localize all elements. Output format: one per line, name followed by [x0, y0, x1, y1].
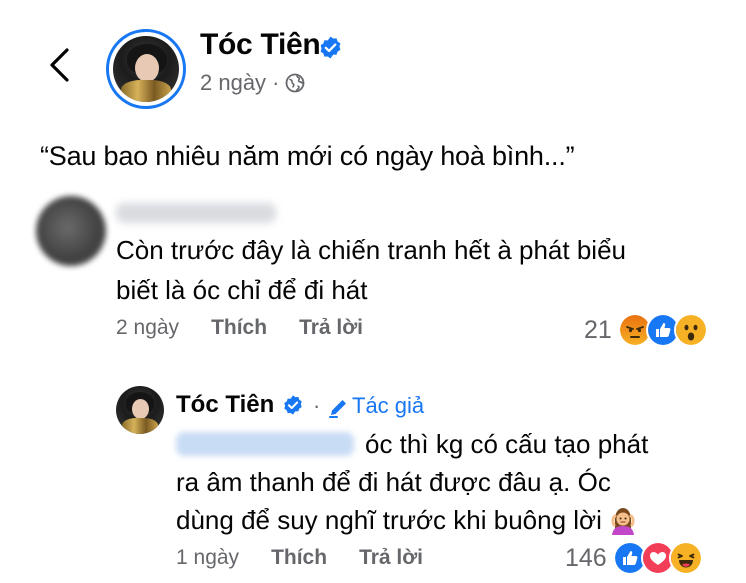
reply-separator: · [313, 393, 321, 418]
woman-gesturing-emoji-icon [611, 508, 635, 535]
reply-text-line: dùng để suy nghĩ trước khi buông lời [176, 505, 602, 535]
post-author-name[interactable]: Tóc Tiên [200, 28, 321, 62]
reaction-count: 146 [565, 543, 607, 572]
back-button[interactable] [40, 40, 80, 90]
reaction-count: 21 [584, 315, 612, 344]
reply-reactions[interactable]: 146 [565, 541, 703, 575]
author-badge: Tác giả [352, 393, 425, 418]
reply-text-line: ra âm thanh để đi hát được đâu ạ. Óc [176, 467, 611, 497]
reply-button[interactable]: Trả lời [359, 546, 423, 570]
reply-author-avatar[interactable] [116, 386, 164, 434]
verified-badge-icon [320, 36, 341, 59]
commenter-avatar[interactable] [36, 196, 106, 266]
commenter-name-blurred[interactable] [116, 203, 276, 223]
author-avatar[interactable] [106, 29, 186, 109]
post-text: “Sau bao nhiêu năm mới có ngày hoà bình.… [40, 141, 575, 171]
reply-text-line-3: dùng để suy nghĩ trước khi buông lời [176, 501, 716, 539]
verified-badge-icon [284, 395, 302, 415]
reply-text: óc thì kg có cấu tạo phát ra âm thanh để… [176, 425, 716, 539]
comment-text-line: biết là óc chỉ để đi hát [116, 275, 368, 305]
comment-reactions[interactable]: 21 [584, 313, 708, 347]
reply-time[interactable]: 1 ngày [176, 546, 239, 570]
pencil-icon [329, 400, 346, 418]
chevron-left-icon [50, 48, 69, 82]
avatar-image [113, 36, 179, 102]
meta-separator: · [272, 70, 280, 95]
comment-time[interactable]: 2 ngày [116, 316, 179, 340]
reply-actions: 1 ngày Thích Trả lời [176, 546, 455, 570]
reply-button[interactable]: Trả lời [299, 316, 363, 340]
post-time[interactable]: 2 ngày [200, 70, 266, 96]
wow-icon [673, 313, 708, 347]
comment-text: Còn trước đây là chiến tranh hết à phát … [116, 230, 716, 310]
globe-icon [285, 73, 305, 93]
like-button[interactable]: Thích [271, 546, 327, 570]
haha-icon [668, 541, 703, 575]
reply-author-name[interactable]: Tóc Tiên [176, 391, 274, 419]
comment-actions: 2 ngày Thích Trả lời [116, 316, 395, 340]
post-meta: 2 ngày · [200, 70, 305, 96]
like-button[interactable]: Thích [211, 316, 267, 340]
reply-text-line: óc thì kg có cấu tạo phát [365, 429, 649, 459]
comment-text-line: Còn trước đây là chiến tranh hết à phát … [116, 235, 626, 265]
